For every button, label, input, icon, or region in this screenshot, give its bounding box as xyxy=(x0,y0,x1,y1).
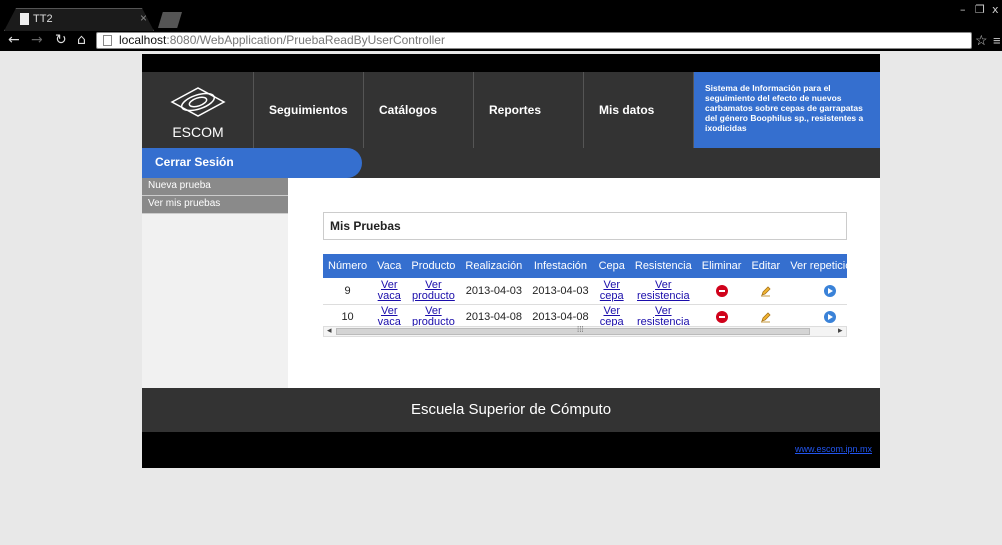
table-scroll-container: Número Vaca Producto Realización Infesta… xyxy=(323,254,847,338)
col-numero: Número xyxy=(323,254,373,278)
system-description: Sistema de Información para el seguimien… xyxy=(694,72,880,148)
col-resistencia: Resistencia xyxy=(629,254,697,278)
ver-resistencia-link[interactable]: Ver resistencia xyxy=(637,306,690,328)
link-line: vaca xyxy=(377,289,401,302)
col-producto: Producto xyxy=(406,254,461,278)
cell-ver-repeticiones xyxy=(785,278,847,304)
col-vaca: Vaca xyxy=(372,254,407,278)
cell-realizacion: 2013-04-03 xyxy=(465,284,522,297)
panel-title: Mis Pruebas xyxy=(323,212,847,240)
ver-producto-link[interactable]: Ver producto xyxy=(412,279,455,302)
link-line: producto xyxy=(412,289,455,302)
sidebar-item-ver-mis-pruebas[interactable]: Ver mis pruebas xyxy=(142,196,288,214)
scroll-right-icon[interactable]: ▸ xyxy=(838,325,843,336)
back-icon[interactable]: ← xyxy=(8,32,20,48)
browser-toolbar: ← → ↻ ⌂ localhost:8080/WebApplication/Pr… xyxy=(0,31,1002,51)
pencil-icon[interactable] xyxy=(760,311,772,323)
delete-icon[interactable] xyxy=(715,284,728,297)
new-tab-button[interactable] xyxy=(158,12,182,28)
logout-button[interactable]: Cerrar Sesión xyxy=(142,148,362,178)
nav-reportes[interactable]: Reportes xyxy=(474,72,584,148)
scroll-left-icon[interactable]: ◂ xyxy=(327,325,332,336)
session-bar: Cerrar Sesión xyxy=(142,148,880,178)
ver-cepa-link[interactable]: Ver cepa xyxy=(600,306,624,328)
cell-editar xyxy=(746,278,785,304)
col-editar: Editar xyxy=(746,254,786,278)
col-realizacion: Realización xyxy=(460,254,528,278)
link-line: resistencia xyxy=(637,289,690,302)
url-host: localhost xyxy=(119,33,167,47)
cell-vaca: Ver vaca xyxy=(372,278,406,304)
ver-cepa-link[interactable]: Ver cepa xyxy=(599,279,624,302)
delete-icon[interactable] xyxy=(715,311,728,324)
site-header: ESCOM Seguimientos Catálogos Reportes Mi… xyxy=(142,72,880,148)
cell-eliminar xyxy=(697,278,747,304)
col-infestacion: Infestación xyxy=(527,254,594,278)
cell-numero: 9 xyxy=(344,284,351,297)
restore-icon[interactable]: ❐ xyxy=(975,3,985,16)
bottom-strip: www.escom.ipn.mx xyxy=(142,432,880,468)
tests-table: Número Vaca Producto Realización Infesta… xyxy=(323,254,847,330)
grip-icon: ⁞⁞⁞ xyxy=(577,325,584,334)
menu-icon[interactable]: ≡ xyxy=(993,33,1001,48)
url-path: :8080/WebApplication/PruebaReadByUserCon… xyxy=(166,33,445,47)
nav-seguimientos[interactable]: Seguimientos xyxy=(254,72,364,148)
top-strip xyxy=(142,54,880,72)
minimize-icon[interactable]: – xyxy=(960,3,966,16)
ver-vaca-link[interactable]: Ver vaca xyxy=(378,306,401,328)
ver-resistencia-link[interactable]: Ver resistencia xyxy=(637,279,690,302)
col-eliminar: Eliminar xyxy=(696,254,747,278)
address-bar[interactable]: localhost:8080/WebApplication/PruebaRead… xyxy=(96,32,972,49)
web-page: ESCOM Seguimientos Catálogos Reportes Mi… xyxy=(142,54,880,468)
cell-resistencia: Ver resistencia xyxy=(630,278,697,304)
table-header-row: Número Vaca Producto Realización Infesta… xyxy=(323,254,847,278)
page-icon xyxy=(103,35,112,46)
ver-vaca-link[interactable]: Ver vaca xyxy=(377,279,401,302)
main-panel: Mis Pruebas Número Vaca Producto Realiza… xyxy=(323,212,847,338)
scrollbar-thumb[interactable]: ⁞⁞⁞ xyxy=(336,325,810,335)
pencil-icon[interactable] xyxy=(760,285,772,297)
escom-website-link[interactable]: www.escom.ipn.mx xyxy=(795,444,872,454)
nav-mis-datos[interactable]: Mis datos xyxy=(584,72,694,148)
site-footer: Escuela Superior de Cómputo xyxy=(142,388,880,432)
table-row: 9 Ver vaca Ver producto 2013-04-03 2013-04… xyxy=(323,278,847,304)
content-area: Nueva prueba Ver mis pruebas Mis Pruebas… xyxy=(142,178,880,388)
ver-producto-link[interactable]: Ver producto xyxy=(412,306,455,328)
close-window-icon[interactable]: x xyxy=(992,3,999,16)
sidebar: Nueva prueba Ver mis pruebas xyxy=(142,178,288,388)
escom-logo-icon xyxy=(170,87,226,117)
tab-close-icon[interactable]: × xyxy=(140,11,147,25)
page-icon xyxy=(20,13,29,25)
browser-tab[interactable]: TT2 × xyxy=(4,8,154,31)
cell-cepa: Ver cepa xyxy=(594,278,630,304)
col-ver-repeticiones: Ver repeticiones xyxy=(785,254,847,278)
nav-catalogos[interactable]: Catálogos xyxy=(364,72,474,148)
browser-tab-strip: TT2 × – ❐ x xyxy=(0,0,1002,31)
cell-producto: Ver producto xyxy=(406,278,460,304)
tab-title: TT2 xyxy=(33,13,53,25)
arrow-right-circle-icon[interactable] xyxy=(823,311,836,324)
horizontal-scrollbar[interactable]: ◂ ⁞⁞⁞ ▸ xyxy=(323,325,847,337)
sidebar-item-nueva-prueba[interactable]: Nueva prueba xyxy=(142,178,288,196)
logo-text: ESCOM xyxy=(172,124,224,140)
reload-icon[interactable]: ↻ xyxy=(55,32,67,48)
forward-icon[interactable]: → xyxy=(31,32,43,48)
home-icon[interactable]: ⌂ xyxy=(77,32,86,48)
col-cepa: Cepa xyxy=(593,254,630,278)
cell-infestacion: 2013-04-03 xyxy=(532,284,589,297)
bookmark-star-icon[interactable]: ☆ xyxy=(975,32,988,49)
arrow-right-circle-icon[interactable] xyxy=(823,284,836,297)
link-line: cepa xyxy=(599,289,624,302)
escom-logo[interactable]: ESCOM xyxy=(142,72,254,148)
